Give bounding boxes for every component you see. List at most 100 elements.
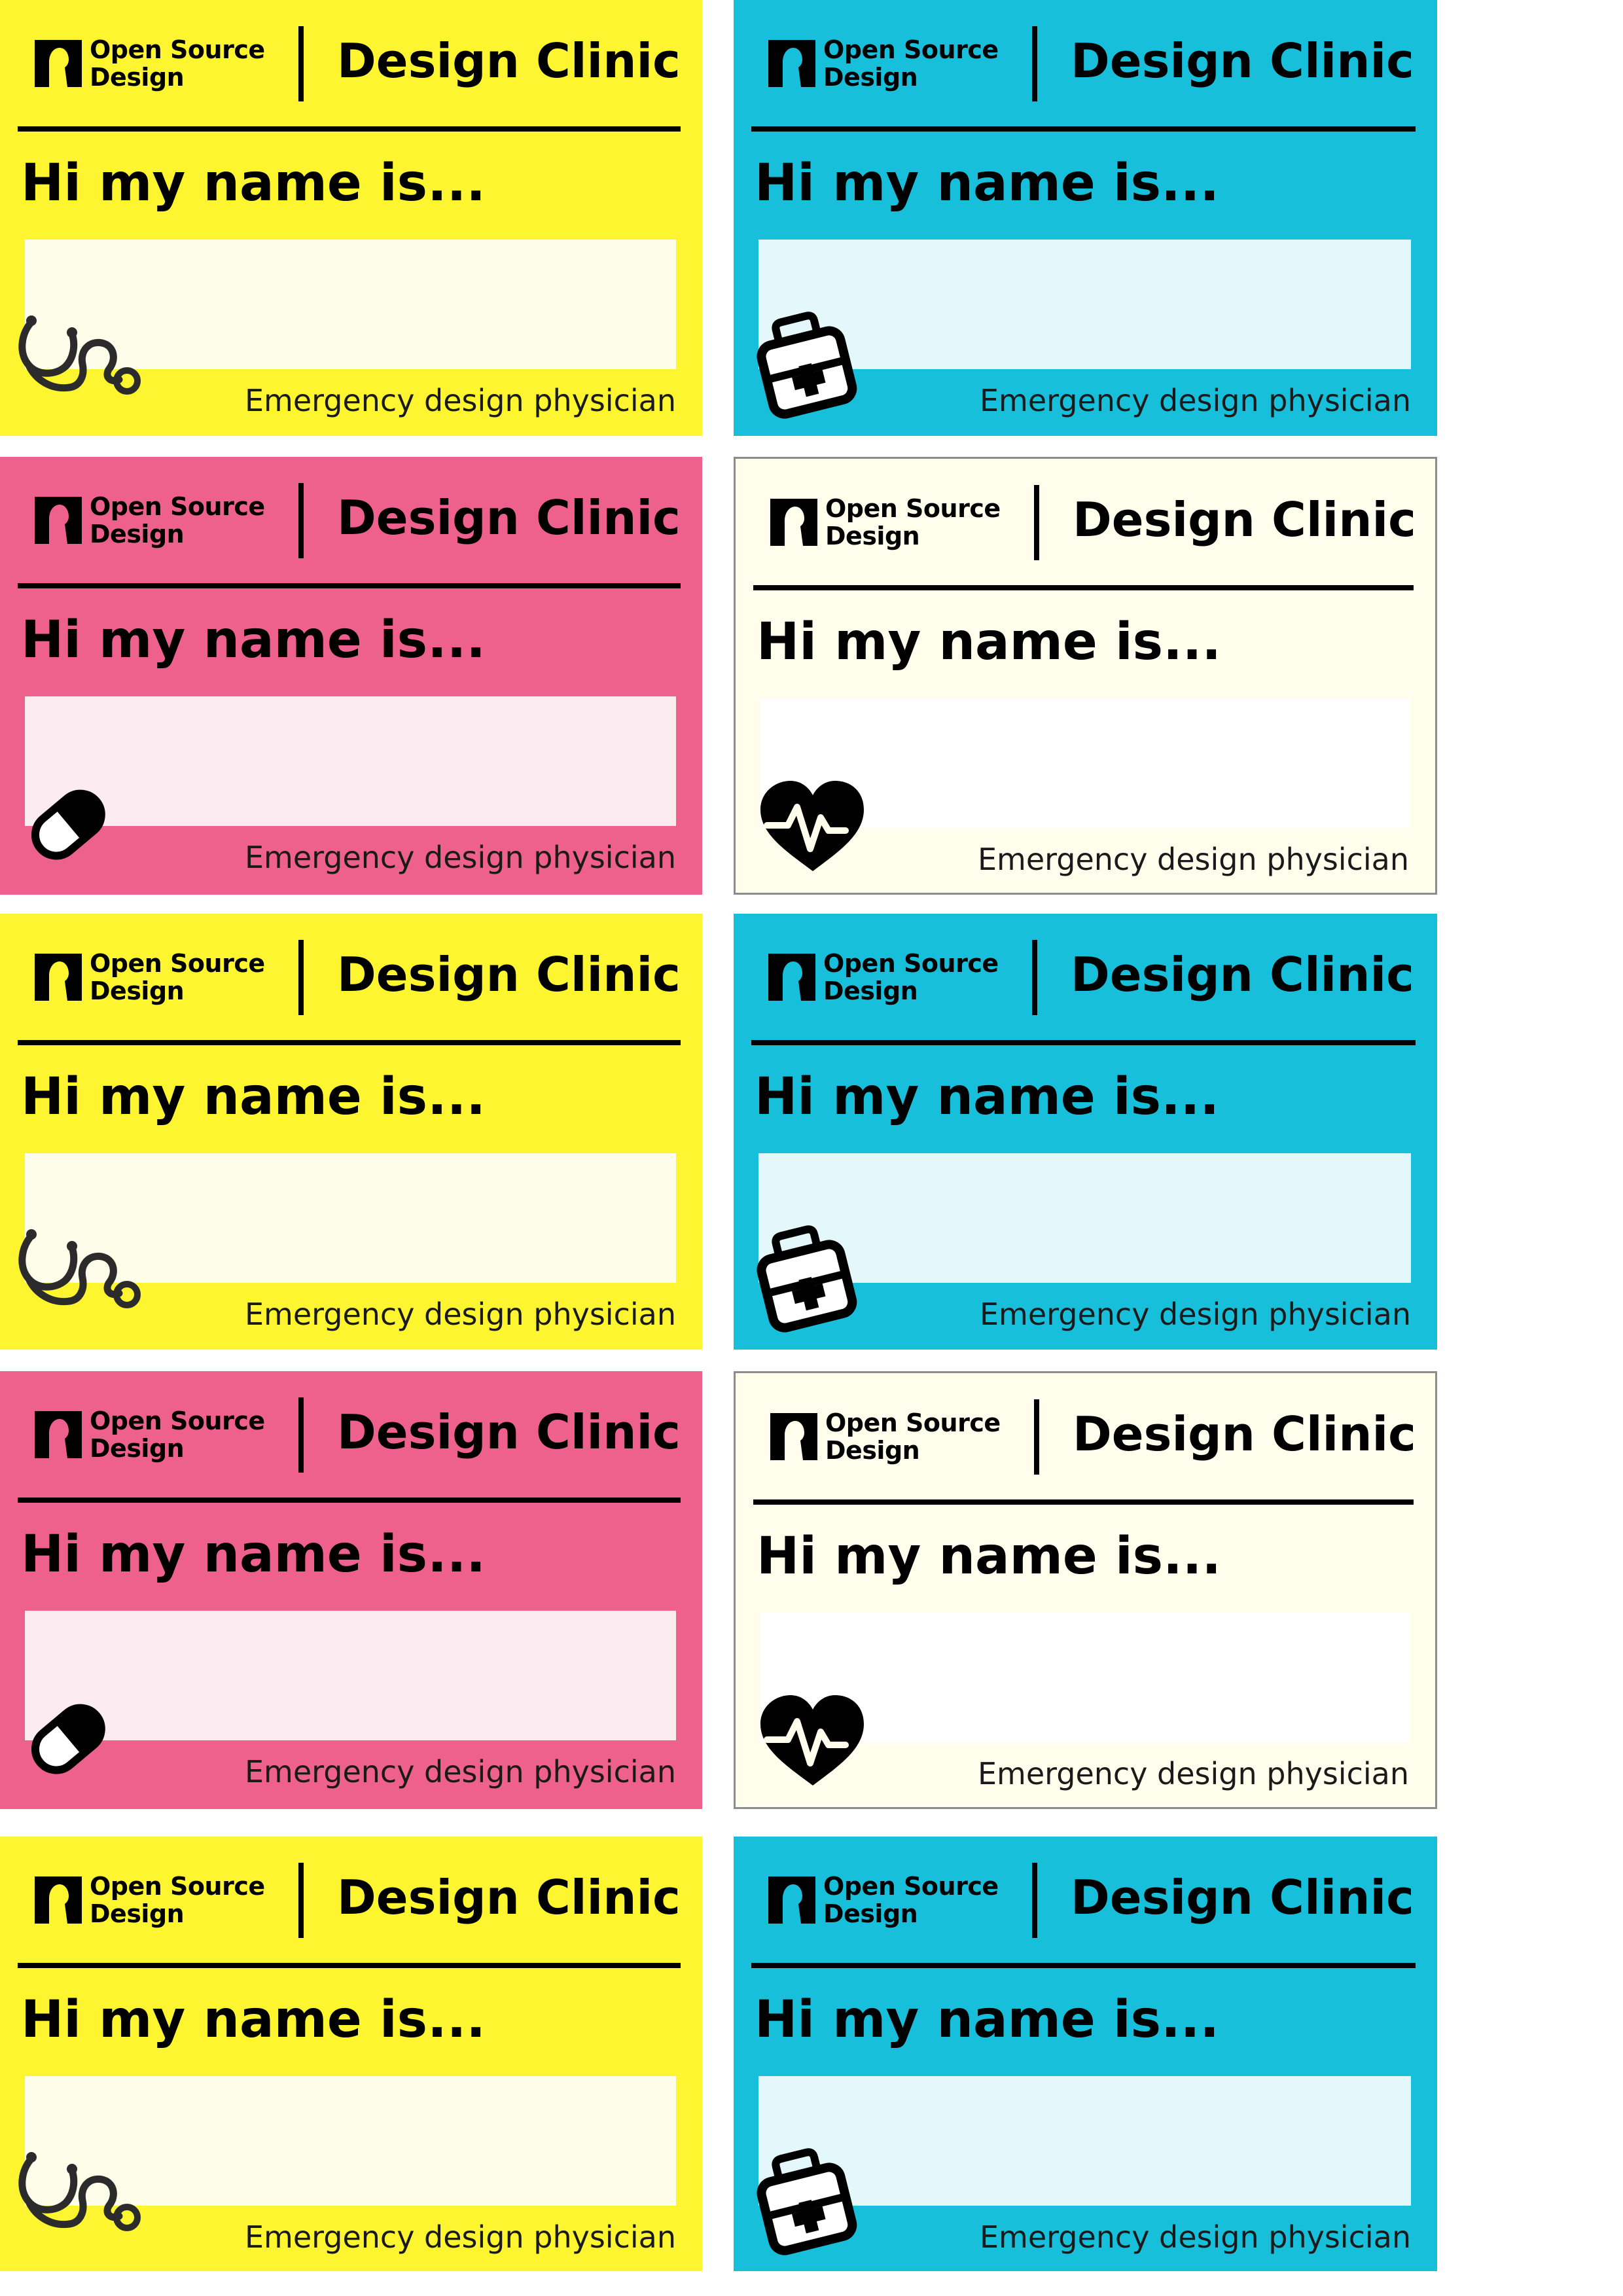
role-text: Emergency design physician [977, 1756, 1409, 1791]
open-source-design-logo: Open Source Design [35, 948, 265, 1007]
header-rule [18, 126, 681, 132]
open-source-design-logo-icon [35, 954, 82, 1001]
stethoscope-icon [12, 308, 149, 425]
logo-text-line2: Design [823, 977, 918, 1005]
logo-text-line1: Open Source [90, 1872, 265, 1901]
open-source-design-logo: Open Source Design [768, 1871, 999, 1929]
open-source-design-logo-icon [35, 40, 82, 87]
open-source-design-logo: Open Source Design [35, 491, 265, 550]
clinic-title: Design Clinic [1071, 33, 1414, 88]
name-badge: Open Source Design Design Clinic Hi my n… [734, 1837, 1437, 2271]
greeting-text: Hi my name is... [755, 154, 1219, 213]
clinic-title: Design Clinic [337, 490, 681, 545]
header-divider [1032, 1863, 1037, 1938]
open-source-design-logo: Open Source Design [768, 34, 999, 93]
header-divider [1032, 26, 1037, 101]
open-source-design-logo-icon [35, 1876, 82, 1924]
header-divider [298, 1397, 304, 1473]
clinic-title: Design Clinic [1071, 1870, 1414, 1925]
header-rule [753, 585, 1414, 590]
clinic-title: Design Clinic [337, 33, 681, 88]
header-divider [1034, 1399, 1039, 1475]
open-source-design-logo-icon [35, 1411, 82, 1458]
open-source-design-logo: Open Source Design [768, 948, 999, 1007]
clinic-title: Design Clinic [337, 947, 681, 1002]
header-divider [298, 483, 304, 558]
name-badge: Open Source Design Design Clinic Hi my n… [734, 0, 1437, 436]
header-rule [18, 1498, 681, 1503]
header-rule [18, 583, 681, 588]
pill-capsule-icon [12, 764, 149, 882]
clinic-title: Design Clinic [337, 1870, 681, 1925]
logo-text-line1: Open Source [90, 949, 265, 978]
header-rule [753, 1499, 1414, 1505]
name-badge: Open Source Design Design Clinic Hi my n… [0, 1837, 702, 2271]
greeting-text: Hi my name is... [21, 611, 486, 670]
role-text: Emergency design physician [977, 842, 1409, 877]
pill-capsule-icon [12, 1679, 149, 1797]
greeting-text: Hi my name is... [21, 154, 486, 213]
logo-text-line2: Design [825, 522, 920, 550]
heart-pulse-icon [747, 766, 885, 884]
name-badge: Open Source Design Design Clinic Hi my n… [734, 1371, 1437, 1809]
clinic-title: Design Clinic [1073, 492, 1416, 547]
greeting-text: Hi my name is... [755, 1990, 1219, 2049]
open-source-design-logo-icon [770, 1413, 817, 1460]
greeting-text: Hi my name is... [757, 1527, 1221, 1586]
stethoscope-icon [12, 1221, 149, 1339]
header-divider [298, 1863, 304, 1938]
name-badge: Open Source Design Design Clinic Hi my n… [0, 1371, 702, 1809]
open-source-design-logo: Open Source Design [770, 493, 1001, 552]
role-text: Emergency design physician [244, 1297, 676, 1332]
role-text: Emergency design physician [979, 1297, 1411, 1332]
logo-text-line1: Open Source [823, 35, 999, 64]
open-source-design-logo-icon [768, 1876, 815, 1924]
logo-text-line2: Design [90, 1899, 185, 1928]
header-rule [18, 1040, 681, 1045]
greeting-text: Hi my name is... [757, 613, 1221, 672]
open-source-design-logo: Open Source Design [770, 1407, 1001, 1466]
logo-text-line1: Open Source [90, 35, 265, 64]
logo-text-line2: Design [90, 520, 185, 548]
open-source-design-logo: Open Source Design [35, 1405, 265, 1464]
clinic-title: Design Clinic [1073, 1407, 1416, 1462]
logo-text-line2: Design [90, 977, 185, 1005]
role-text: Emergency design physician [979, 383, 1411, 418]
name-badge: Open Source Design Design Clinic Hi my n… [734, 457, 1437, 895]
logo-text-line2: Design [90, 63, 185, 92]
open-source-design-logo-icon [770, 499, 817, 546]
role-text: Emergency design physician [244, 840, 676, 875]
logo-text-line2: Design [823, 63, 918, 92]
header-divider [1034, 485, 1039, 560]
role-text: Emergency design physician [244, 383, 676, 418]
logo-text-line1: Open Source [90, 492, 265, 521]
greeting-text: Hi my name is... [21, 1990, 486, 2049]
logo-text-line2: Design [825, 1436, 920, 1465]
header-rule [751, 126, 1416, 132]
header-rule [18, 1963, 681, 1968]
open-source-design-logo-icon [35, 497, 82, 544]
header-divider [298, 26, 304, 101]
logo-text-line1: Open Source [823, 949, 999, 978]
name-badge: Open Source Design Design Clinic Hi my n… [0, 457, 702, 895]
header-rule [751, 1963, 1416, 1968]
greeting-text: Hi my name is... [21, 1525, 486, 1584]
name-badge: Open Source Design Design Clinic Hi my n… [734, 914, 1437, 1350]
open-source-design-logo-icon [768, 40, 815, 87]
open-source-design-logo: Open Source Design [35, 34, 265, 93]
greeting-text: Hi my name is... [755, 1067, 1219, 1126]
logo-text-line1: Open Source [825, 1408, 1001, 1437]
name-badge: Open Source Design Design Clinic Hi my n… [0, 914, 702, 1350]
medical-kit-icon [745, 1221, 883, 1339]
name-badge: Open Source Design Design Clinic Hi my n… [0, 0, 702, 436]
header-divider [1032, 940, 1037, 1015]
header-rule [751, 1040, 1416, 1045]
heart-pulse-icon [747, 1681, 885, 1799]
clinic-title: Design Clinic [337, 1405, 681, 1460]
open-source-design-logo-icon [768, 954, 815, 1001]
logo-text-line2: Design [90, 1434, 185, 1463]
role-text: Emergency design physician [244, 2219, 676, 2255]
stethoscope-icon [12, 2144, 149, 2262]
greeting-text: Hi my name is... [21, 1067, 486, 1126]
clinic-title: Design Clinic [1071, 947, 1414, 1002]
